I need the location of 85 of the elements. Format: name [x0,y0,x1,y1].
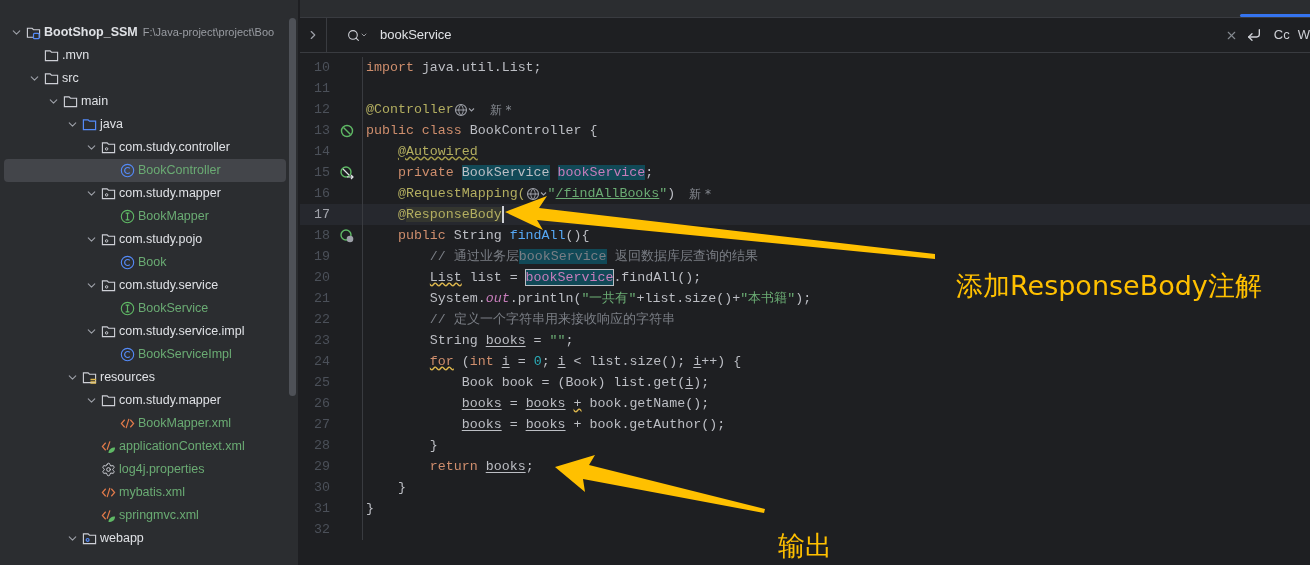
tree-item[interactable]: com.study.controller [4,136,286,159]
package-icon [101,324,116,339]
interface-icon [120,301,135,316]
tree-item[interactable]: src [4,67,286,90]
folder-icon [44,48,59,63]
code-text: private BookService bookService; [396,163,654,182]
tree-item[interactable]: main [4,90,286,113]
tree-item[interactable]: com.study.service.impl [4,320,286,343]
tree-item[interactable]: BookServiceImpl [4,343,286,366]
tree-item[interactable]: com.study.mapper [4,182,286,205]
project-path: F:\Java-project\project\Boo [142,25,275,41]
code-text: public class BookController { [366,121,598,140]
code-text: books = books + book.getName(); [460,394,710,413]
module-icon [26,25,41,40]
inject-icon[interactable] [340,165,354,180]
search-icon[interactable] [347,28,368,42]
globe-dropdown-icon[interactable] [525,186,548,201]
code-text: public String findAll(){ [396,226,590,245]
folder-icon [101,393,116,408]
tree-item[interactable]: BookMapper [4,205,286,228]
tree-item[interactable]: java [4,113,286,136]
search-field[interactable]: bookService [380,25,1225,45]
class-icon [120,255,135,270]
interface-icon [120,209,135,224]
code-text: String books = ""; [428,331,574,350]
code-text: books = books + book.getAuthor(); [460,415,726,434]
code-text: for (int i = 0; i < list.size(); i++) { [428,352,742,371]
code-text: @Controller [366,100,454,119]
folder-icon [44,71,59,86]
tree-item[interactable]: applicationContext.xml [4,435,286,458]
multiline-icon[interactable] [1245,27,1262,43]
tree-item[interactable]: mybatis.xml [4,481,286,504]
globe-dropdown-icon[interactable] [453,102,476,117]
code-text: Book book = (Book) list.get(i); [460,373,710,392]
tree-item[interactable]: log4j.properties [4,458,286,481]
author-hint[interactable]: 新 * [489,100,512,119]
tree-item[interactable]: com.study.mapper [4,389,286,412]
tree-item[interactable]: BookMapper.xml [4,412,286,435]
resources-folder-icon [82,370,97,385]
code-text: "/findAllBooks") [547,184,676,203]
callout-text: 输出 [778,529,832,563]
code-text: return books; [428,457,534,476]
package-icon [101,186,116,201]
class-icon [120,163,135,178]
author-hint[interactable]: 新 * [689,184,712,203]
package-icon [101,140,116,155]
tree-item[interactable]: .mvn [4,44,286,67]
spring-xml-icon [101,508,116,523]
xml-icon [120,416,135,431]
code-text: } [366,499,374,518]
folder-icon [82,117,97,132]
code-text: @ResponseBody [396,205,502,224]
bean-icon[interactable] [340,123,354,138]
package-icon [101,232,116,247]
code-text: import java.util.List; [366,58,542,77]
match-option-button[interactable]: Cc [1273,25,1290,45]
code-text: } [428,436,438,455]
tree-item[interactable]: com.study.service [4,274,286,297]
folder-icon [63,94,78,109]
web-endpoint-icon[interactable] [340,228,354,243]
web-folder-icon [82,531,97,546]
scrollbar-thumb[interactable] [289,18,296,396]
tree-item[interactable]: com.study.pojo [4,228,286,251]
tree-item[interactable]: BookController [4,159,286,182]
line-number: 17 [313,205,331,224]
callout-text: 添加ResponseBody注解 [956,269,1262,303]
match-option-button[interactable]: W [1297,25,1310,45]
code-text: System.out.println("一共有"+list.size()+"本书籍"); [428,289,812,308]
code-text: @Autowired [396,142,478,161]
code-text: List list = bookService.findAll(); [428,268,702,287]
tree-item[interactable]: BootShop_SSM F:\Java-project\project\Boo [4,21,286,44]
settings-icon [101,462,116,477]
tree-item[interactable]: springmvc.xml [4,504,286,527]
xml-icon [101,485,116,500]
spring-xml-icon [101,439,116,454]
tree-item[interactable]: Book [4,251,286,274]
code-text: } [396,478,406,497]
code-text: // 通过业务层bookService 返回数据库层查询的结果 [428,247,758,266]
tree-item[interactable]: BookService [4,297,286,320]
tree-item[interactable]: resources [4,366,286,389]
class-icon [120,347,135,362]
text-caret [501,206,504,223]
package-icon [101,278,116,293]
code-text: @RequestMapping( [396,184,526,203]
tree-item[interactable]: webapp [4,527,286,550]
